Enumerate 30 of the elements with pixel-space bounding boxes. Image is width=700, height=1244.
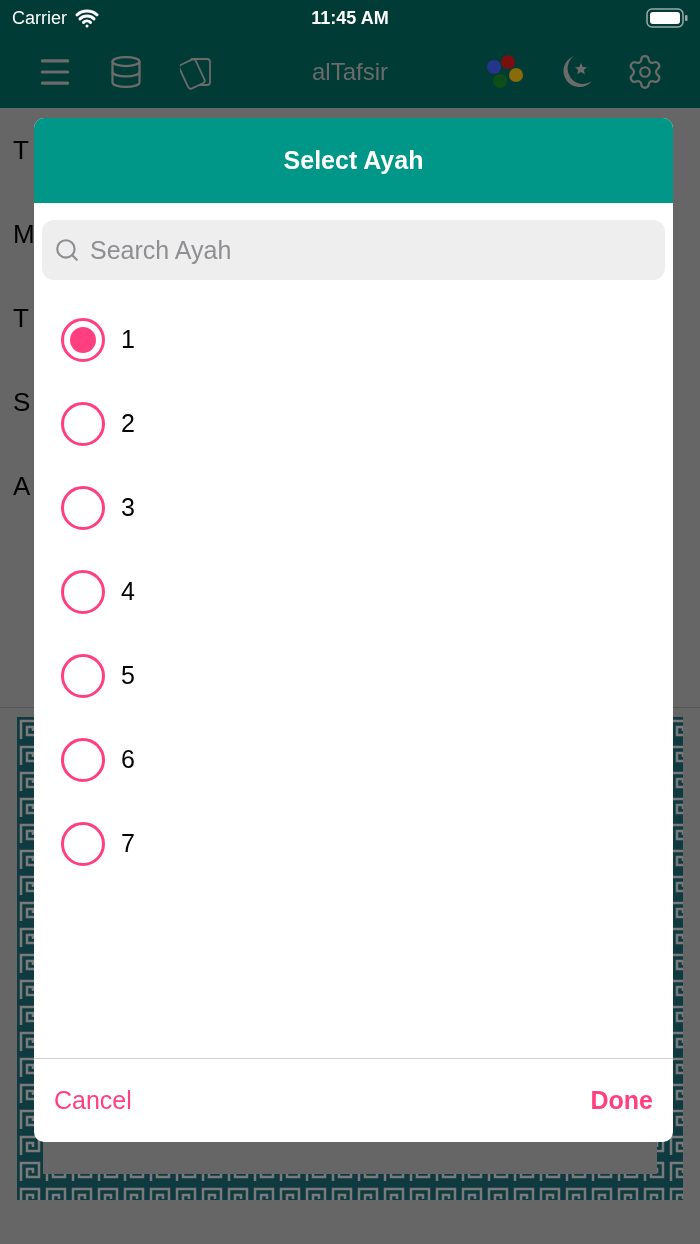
row-label: S	[13, 385, 31, 419]
row-label: T	[13, 301, 29, 335]
option-label: 6	[121, 744, 135, 776]
radio-button[interactable]	[61, 402, 105, 446]
row-label: M	[13, 217, 35, 251]
cancel-button[interactable]: Cancel	[54, 1081, 132, 1120]
option-label: 1	[121, 324, 135, 356]
dialog-title: Select Ayah	[283, 144, 424, 176]
radio-button[interactable]	[61, 822, 105, 866]
carrier-label: Carrier	[12, 6, 67, 30]
row-label: A	[13, 469, 31, 503]
battery-icon	[646, 8, 688, 28]
row-label: T	[13, 133, 29, 167]
option-label: 7	[121, 828, 135, 860]
status-time: 11:45 AM	[311, 6, 389, 30]
radio-button[interactable]	[61, 486, 105, 530]
search-field[interactable]: Search Ayah	[42, 220, 665, 280]
app-title: alTafsir	[312, 57, 388, 87]
option-label: 3	[121, 492, 135, 524]
radio-button[interactable]	[61, 738, 105, 782]
database-icon[interactable]	[108, 54, 144, 90]
color-theme-icon[interactable]	[486, 54, 524, 90]
search-icon	[54, 237, 80, 263]
radio-button[interactable]	[61, 318, 105, 362]
option-label: 4	[121, 576, 135, 608]
radio-button[interactable]	[61, 654, 105, 698]
option-label: 2	[121, 408, 135, 440]
radio-button[interactable]	[61, 570, 105, 614]
option-label: 5	[121, 660, 135, 692]
done-button[interactable]: Done	[590, 1081, 653, 1120]
